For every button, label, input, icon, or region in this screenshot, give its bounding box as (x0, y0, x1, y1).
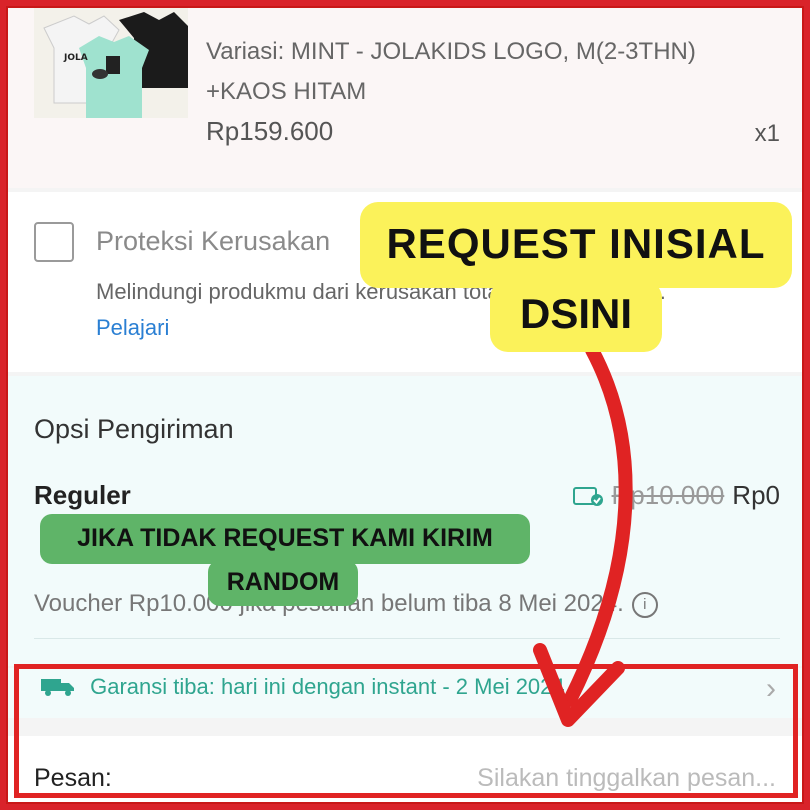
callout-line-2: DSINI (519, 290, 632, 337)
shipping-old-price: Rp10.000 (611, 480, 725, 510)
protection-checkbox[interactable] (34, 222, 74, 262)
chevron-right-icon[interactable]: › (766, 672, 776, 706)
info-icon[interactable]: i (631, 592, 658, 618)
random-note-callout: JIKA TIDAK REQUEST KAMI KIRIM RANDOM (40, 514, 530, 606)
callout-line-1: REQUEST INISIAL (386, 220, 766, 267)
shipping-method[interactable]: Reguler (34, 480, 131, 511)
shipping-section-title: Opsi Pengiriman (34, 414, 234, 444)
product-item: JOLA Variasi: MINT - JOLAKIDS LOGO, M(2-… (8, 8, 802, 188)
screenshot-frame: JOLA Variasi: MINT - JOLAKIDS LOGO, M(2-… (6, 6, 804, 804)
message-label: Pesan: (34, 764, 112, 792)
guarantee-text: Garansi tiba: hari ini dengan instant - … (90, 674, 565, 699)
voucher-icon (572, 486, 603, 506)
svg-text:JOLA: JOLA (63, 53, 88, 63)
callout-line-2: RANDOM (226, 568, 340, 596)
product-quantity: x1 (754, 120, 780, 147)
protection-title: Proteksi Kerusakan (96, 226, 331, 256)
product-thumbnail[interactable]: JOLA (34, 8, 188, 118)
callout-line-1: JIKA TIDAK REQUEST KAMI KIRIM (77, 524, 493, 552)
request-initial-callout: REQUEST INISIAL DSINI (360, 202, 792, 352)
shipping-price: Rp0 (732, 480, 780, 510)
learn-more-link[interactable]: Pelajari (96, 315, 169, 340)
guarantee-row: Garansi tiba: hari ini dengan instant - … (40, 674, 565, 700)
delivery-guarantee[interactable]: Garansi tiba: hari ini dengan instant - … (8, 668, 802, 718)
shipping-cost: Rp10.000 Rp0 (572, 480, 780, 511)
message-input[interactable] (394, 760, 778, 796)
product-variant: Variasi: MINT - JOLAKIDS LOGO, M(2-3THN)… (206, 38, 696, 105)
product-price: Rp159.600 (206, 116, 334, 146)
message-row: Pesan: (8, 736, 802, 802)
truck-icon (41, 679, 74, 696)
divider (34, 638, 780, 639)
